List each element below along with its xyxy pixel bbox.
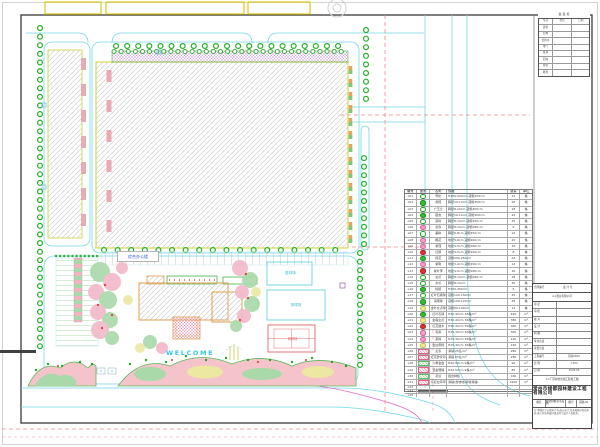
sculpture: [226, 344, 242, 360]
road-mark-right: [418, 390, 448, 393]
site-boundary-line: [290, 384, 422, 423]
north-parking: [102, 252, 348, 265]
drawing-sheet: WELCOME 综合办公楼 篮球场 排球场 网球场 会 签 栏 专业 姓名 日期…: [0, 0, 600, 447]
north-buildings: [45, 2, 310, 14]
main-factory-building: [96, 62, 348, 248]
west-warehouse: [48, 50, 82, 238]
road-mark-left: [0, 350, 36, 353]
site-plan-canvas: [0, 0, 600, 447]
sports-courts: [267, 262, 345, 352]
bottom-mounds: [28, 357, 356, 386]
parking-median: [74, 258, 82, 322]
entrance-gate: [97, 368, 116, 374]
